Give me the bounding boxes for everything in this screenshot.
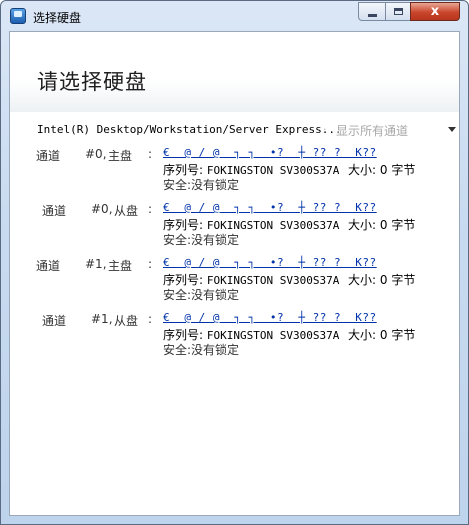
select-disk-window: 选择硬盘 x 请选择硬盘 Intel(R) Desktop/Workstatio… — [0, 0, 469, 525]
separator-dot: · — [323, 123, 327, 136]
window-title: 选择硬盘 — [33, 11, 82, 25]
size-line: 大小: 0 字节 — [348, 271, 415, 288]
drive-role-text: 主盘 — [108, 149, 133, 163]
colon: : — [148, 147, 153, 161]
drive-channel-id: #1, — [91, 312, 113, 326]
maximize-button[interactable] — [385, 2, 411, 21]
header-panel: 请选择硬盘 — [10, 32, 459, 112]
size-value: 0 字节 — [379, 163, 416, 177]
colon: : — [148, 312, 153, 326]
security-value: 没有锁定 — [191, 233, 240, 247]
colon: : — [148, 202, 153, 216]
security-line: 安全:没有锁定 — [163, 286, 239, 303]
size-label: 大小: — [348, 273, 377, 287]
drive-colon: : — [148, 147, 152, 161]
channel-id: #1, — [85, 257, 107, 271]
size-value: 0 字节 — [379, 273, 416, 287]
size-value: 0 字节 — [379, 218, 416, 232]
drive-role: 主盘 — [108, 257, 132, 274]
channel-label: 通道 — [42, 204, 67, 218]
security-label: 安全: — [163, 343, 192, 357]
size-label: 大小: — [348, 328, 377, 342]
size-label: 大小: — [348, 218, 377, 232]
drive-channel-id: #0, — [85, 147, 107, 161]
drive-role: 从盘 — [114, 202, 138, 219]
drive-colon: : — [148, 312, 152, 326]
size-value: 0 字节 — [379, 328, 416, 342]
colon: : — [148, 257, 153, 271]
security-value: 没有锁定 — [191, 343, 240, 357]
security-line: 安全:没有锁定 — [163, 176, 239, 193]
drive-channel-label: 通道 — [42, 202, 66, 219]
channel-id: #1, — [91, 312, 113, 326]
page-heading: 请选择硬盘 — [37, 70, 147, 94]
drive-channel-id: #0, — [91, 202, 113, 216]
client-area: 请选择硬盘 Intel(R) Desktop/Workstation/Serve… — [9, 31, 460, 516]
channel-label: 通道 — [36, 259, 61, 273]
serial-label: 序列号: — [163, 218, 204, 232]
show-all-channels-link[interactable]: 显示所有通道 — [336, 122, 408, 139]
channel-id: #0, — [85, 147, 107, 161]
drive-colon: : — [148, 202, 152, 216]
security-value: 没有锁定 — [191, 288, 240, 302]
drive-role-text: 从盘 — [114, 204, 139, 218]
size-label: 大小: — [348, 163, 377, 177]
drive-colon: : — [148, 257, 152, 271]
drive-role-text: 主盘 — [108, 259, 133, 273]
close-button[interactable]: x — [410, 2, 460, 21]
minimize-icon — [367, 13, 377, 17]
drive-role: 从盘 — [114, 312, 138, 329]
serial-label: 序列号: — [163, 163, 204, 177]
security-label: 安全: — [163, 178, 192, 192]
size-line: 大小: 0 字节 — [348, 326, 415, 343]
maximize-icon — [393, 8, 403, 15]
size-line: 大小: 0 字节 — [348, 216, 415, 233]
security-value: 没有锁定 — [191, 178, 240, 192]
drive-channel-label: 通道 — [36, 147, 60, 164]
close-icon: x — [430, 4, 440, 19]
security-label: 安全: — [163, 233, 192, 247]
drive-role-text: 从盘 — [114, 314, 139, 328]
drive-model-link[interactable]: € @ / @ ┐ ┐ •? ┼ ?? ? K?? — [163, 256, 377, 269]
controller-name: Intel(R) Desktop/Workstation/Server Expr… — [37, 123, 342, 136]
serial-label: 序列号: — [163, 273, 204, 287]
channel-label: 通道 — [42, 314, 67, 328]
serial-label: 序列号: — [163, 328, 204, 342]
channel-label: 通道 — [36, 149, 61, 163]
drive-role: 主盘 — [108, 147, 132, 164]
security-line: 安全:没有锁定 — [163, 341, 239, 358]
drive-channel-label: 通道 — [36, 257, 60, 274]
title-bar[interactable]: 选择硬盘 x — [1, 1, 468, 31]
app-icon — [10, 8, 26, 24]
drive-model-link[interactable]: € @ / @ ┐ ┐ •? ┼ ?? ? K?? — [163, 201, 377, 214]
drive-channel-label: 通道 — [42, 312, 66, 329]
drive-model-link[interactable]: € @ / @ ┐ ┐ •? ┼ ?? ? K?? — [163, 146, 377, 159]
drive-channel-id: #1, — [85, 257, 107, 271]
security-label: 安全: — [163, 288, 192, 302]
security-line: 安全:没有锁定 — [163, 231, 239, 248]
size-line: 大小: 0 字节 — [348, 161, 415, 178]
minimize-button[interactable] — [358, 2, 386, 21]
chevron-down-icon[interactable] — [448, 127, 456, 132]
channel-id: #0, — [91, 202, 113, 216]
drive-model-link[interactable]: € @ / @ ┐ ┐ •? ┼ ?? ? K?? — [163, 311, 377, 324]
